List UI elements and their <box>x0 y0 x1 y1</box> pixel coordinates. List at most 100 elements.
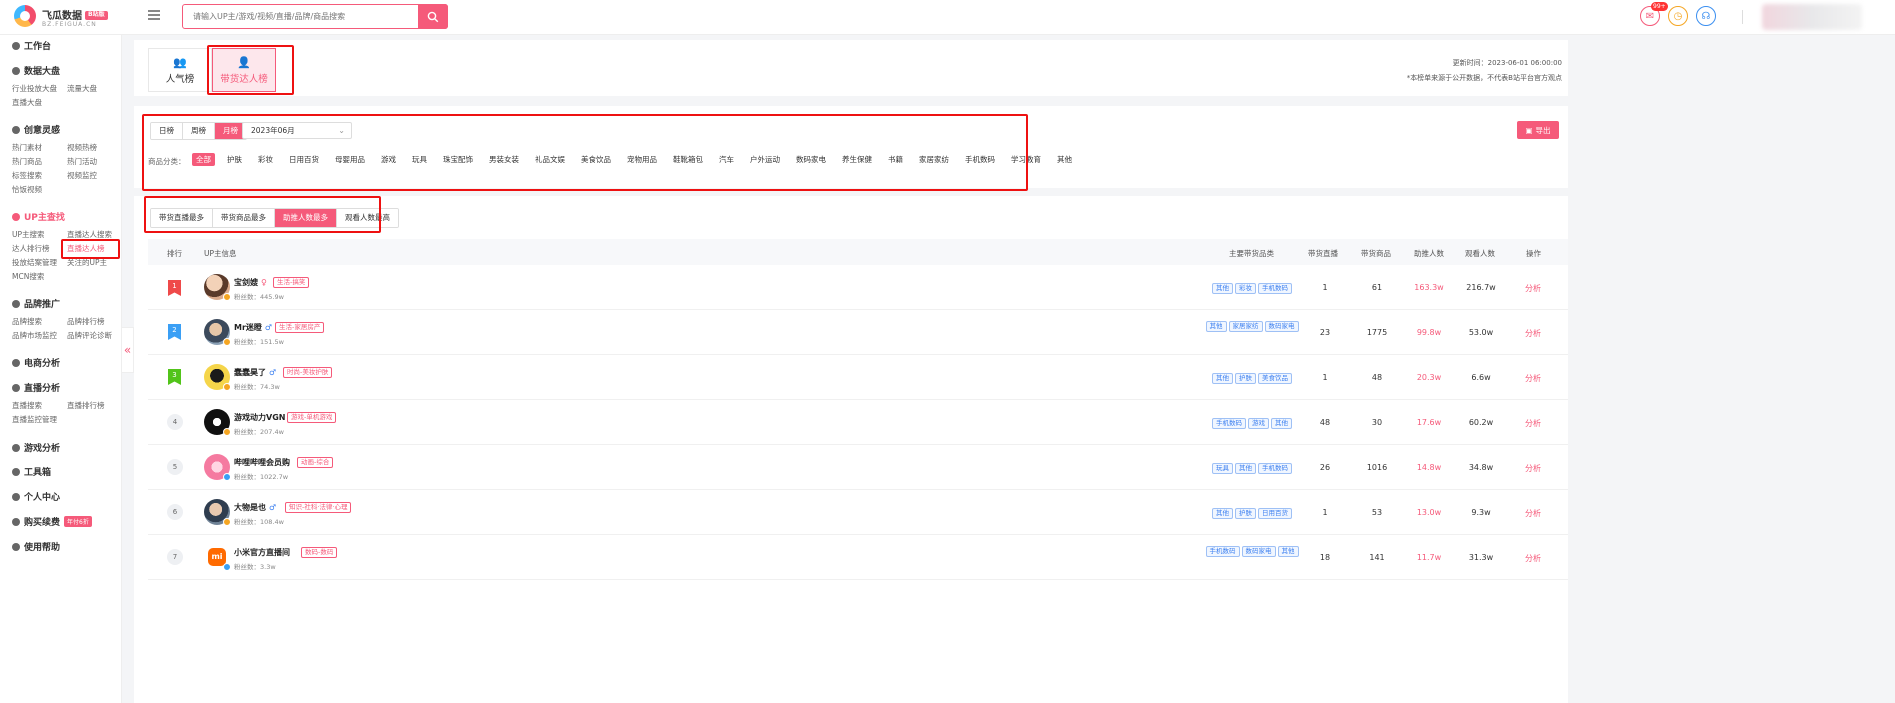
sidebar-item-followed-up[interactable]: 关注的UP主 <box>67 257 107 268</box>
category-option[interactable]: 数码家电 <box>792 153 830 166</box>
category-option[interactable]: 宠物用品 <box>623 153 661 166</box>
sidebar-section-toolbox[interactable]: 工具箱 <box>12 465 51 478</box>
sidebar-item-mcn-search[interactable]: MCN搜索 <box>12 271 44 282</box>
analyze-link[interactable]: 分析 <box>1513 418 1553 429</box>
category-option[interactable]: 护肤 <box>223 153 246 166</box>
category-tags: 其他 彩妆 手机数码 <box>1197 283 1307 294</box>
sidebar-item-up-search[interactable]: UP主搜索 <box>12 229 45 240</box>
period-weekly[interactable]: 周榜 <box>183 123 215 139</box>
sidebar-item-industry-dashboard[interactable]: 行业投放大盘 <box>12 83 57 94</box>
search-input[interactable] <box>183 5 417 28</box>
sidebar-section-ecommerce[interactable]: 电商分析 <box>12 356 60 369</box>
header-lives: 带货直播 <box>1308 249 1338 258</box>
export-button[interactable]: ▣ 导出 <box>1517 121 1559 139</box>
category-option[interactable]: 家居家纺 <box>915 153 953 166</box>
category-option[interactable]: 彩妆 <box>254 153 277 166</box>
sort-most-lives[interactable]: 带货直播最多 <box>151 209 213 227</box>
up-name[interactable]: 蠢蠢昊了 ♂ <box>234 367 276 378</box>
search-button[interactable] <box>418 4 448 29</box>
analyze-link[interactable]: 分析 <box>1513 553 1553 564</box>
category-option[interactable]: 日用百货 <box>285 153 323 166</box>
sidebar-collapse-button[interactable]: « <box>122 327 134 373</box>
live-icon <box>12 383 20 392</box>
analyze-link[interactable]: 分析 <box>1513 463 1553 474</box>
sort-most-goods[interactable]: 带货商品最多 <box>213 209 275 227</box>
category-option[interactable]: 学习教育 <box>1007 153 1045 166</box>
up-name[interactable]: 大物是也 ♂ <box>234 502 276 513</box>
period-daily[interactable]: 日榜 <box>151 123 183 139</box>
verified-badge-icon <box>223 428 231 436</box>
sidebar-item-video-monitor[interactable]: 视频监控 <box>67 170 97 181</box>
up-name[interactable]: 哔哩哔哩会员购 <box>234 457 290 468</box>
analyze-link[interactable]: 分析 <box>1513 283 1553 294</box>
category-option[interactable]: 男装女装 <box>485 153 523 166</box>
menu-toggle-icon[interactable] <box>148 10 160 20</box>
analyze-link[interactable]: 分析 <box>1513 508 1553 519</box>
up-name[interactable]: 宝剑嫂 ♀ <box>234 277 267 288</box>
category-option[interactable]: 玩具 <box>408 153 431 166</box>
sidebar-section-profile[interactable]: 个人中心 <box>12 490 60 503</box>
clock-icon[interactable]: ◷ <box>1668 6 1688 26</box>
verified-badge-icon <box>223 563 231 571</box>
sidebar-item-sponsored-video[interactable]: 恰饭视频 <box>12 184 42 195</box>
logo[interactable]: 飞瓜数据 B站版 BZ.FEIGUA.CN <box>14 5 108 27</box>
sidebar-item-tag-search[interactable]: 标签搜索 <box>12 170 42 181</box>
tab-popular[interactable]: 👥 人气榜 <box>148 48 212 92</box>
analyze-link[interactable]: 分析 <box>1513 373 1553 384</box>
up-name[interactable]: 游戏动力VGN <box>234 412 285 423</box>
category-option[interactable]: 母婴用品 <box>331 153 369 166</box>
category-option[interactable]: 手机数码 <box>961 153 999 166</box>
sidebar-item-brand-comment[interactable]: 品牌评论诊断 <box>67 330 112 341</box>
analyze-link[interactable]: 分析 <box>1513 328 1553 339</box>
category-option[interactable]: 美食饮品 <box>577 153 615 166</box>
tab-live-talent[interactable]: 👤 带货达人榜 <box>212 48 276 92</box>
sidebar-item-hot-goods[interactable]: 热门商品 <box>12 156 42 167</box>
category-option[interactable]: 养生保健 <box>838 153 876 166</box>
category-option[interactable]: 全部 <box>192 153 215 166</box>
sidebar-section-workbench[interactable]: 工作台 <box>12 39 51 52</box>
sidebar-item-live-talent-rank[interactable]: 直播达人榜 <box>67 243 105 254</box>
headset-icon[interactable]: ☊ <box>1696 6 1716 26</box>
sidebar-item-brand-rank[interactable]: 品牌排行榜 <box>67 316 105 327</box>
up-name[interactable]: 小米官方直播间 <box>234 547 290 558</box>
sidebar-section-purchase[interactable]: 购买续费 年付6折 <box>12 515 92 528</box>
sidebar-section-dashboard[interactable]: 数据大盘 <box>12 64 60 77</box>
category-option[interactable]: 户外运动 <box>746 153 784 166</box>
sidebar-item-campaign-report[interactable]: 投放结案管理 <box>12 257 57 268</box>
sidebar-section-inspiration[interactable]: 创意灵感 <box>12 123 60 136</box>
sort-most-boost[interactable]: 助推人数最多 <box>275 209 337 227</box>
sidebar-item-brand-search[interactable]: 品牌搜索 <box>12 316 42 327</box>
sidebar-item-hot-events[interactable]: 热门活动 <box>67 156 97 167</box>
sidebar-item-traffic-dashboard[interactable]: 流量大盘 <box>67 83 97 94</box>
sidebar-section-help[interactable]: 使用帮助 <box>12 540 60 553</box>
sidebar-section-brand[interactable]: 品牌推广 <box>12 297 60 310</box>
sidebar-item-live-talent-search[interactable]: 直播达人搜索 <box>67 229 112 240</box>
message-icon[interactable]: ✉ 99+ <box>1640 2 1668 26</box>
category-option[interactable]: 书籍 <box>884 153 907 166</box>
category-tags: 其他 护肤 美食饮品 <box>1197 373 1307 384</box>
category-option[interactable]: 游戏 <box>377 153 400 166</box>
sidebar-item-hot-material[interactable]: 热门素材 <box>12 142 42 153</box>
sort-most-views[interactable]: 观看人数最高 <box>337 209 398 227</box>
sidebar-section-game[interactable]: 游戏分析 <box>12 441 60 454</box>
brand-name: 飞瓜数据 <box>42 10 82 22</box>
sidebar-section-live-analysis[interactable]: 直播分析 <box>12 381 60 394</box>
category-option[interactable]: 汽车 <box>715 153 738 166</box>
up-name[interactable]: Mr迷瞪 ♂ <box>234 322 272 333</box>
month-select[interactable]: 2023年06月 ⌄ <box>242 122 352 139</box>
sidebar-item-talent-rank[interactable]: 达人排行榜 <box>12 243 50 254</box>
user-avatar[interactable] <box>1762 4 1862 30</box>
sidebar-item-brand-market[interactable]: 品牌市场监控 <box>12 330 57 341</box>
sidebar-item-live-monitor[interactable]: 直播监控管理 <box>12 414 57 425</box>
category-option[interactable]: 礼品文娱 <box>531 153 569 166</box>
category-option[interactable]: 其他 <box>1053 153 1076 166</box>
sidebar-item-live-rank[interactable]: 直播排行榜 <box>67 400 105 411</box>
category-option[interactable]: 珠宝配饰 <box>439 153 477 166</box>
verified-badge-icon <box>223 293 231 301</box>
sidebar-item-live-search[interactable]: 直播搜索 <box>12 400 42 411</box>
category-tag: 美食饮品 <box>1258 373 1292 384</box>
category-option[interactable]: 鞋靴箱包 <box>669 153 707 166</box>
sidebar-item-video-rank[interactable]: 视频热榜 <box>67 142 97 153</box>
sidebar-item-live-dashboard[interactable]: 直播大盘 <box>12 97 42 108</box>
sidebar-section-up-search[interactable]: UP主查找 <box>12 210 65 223</box>
